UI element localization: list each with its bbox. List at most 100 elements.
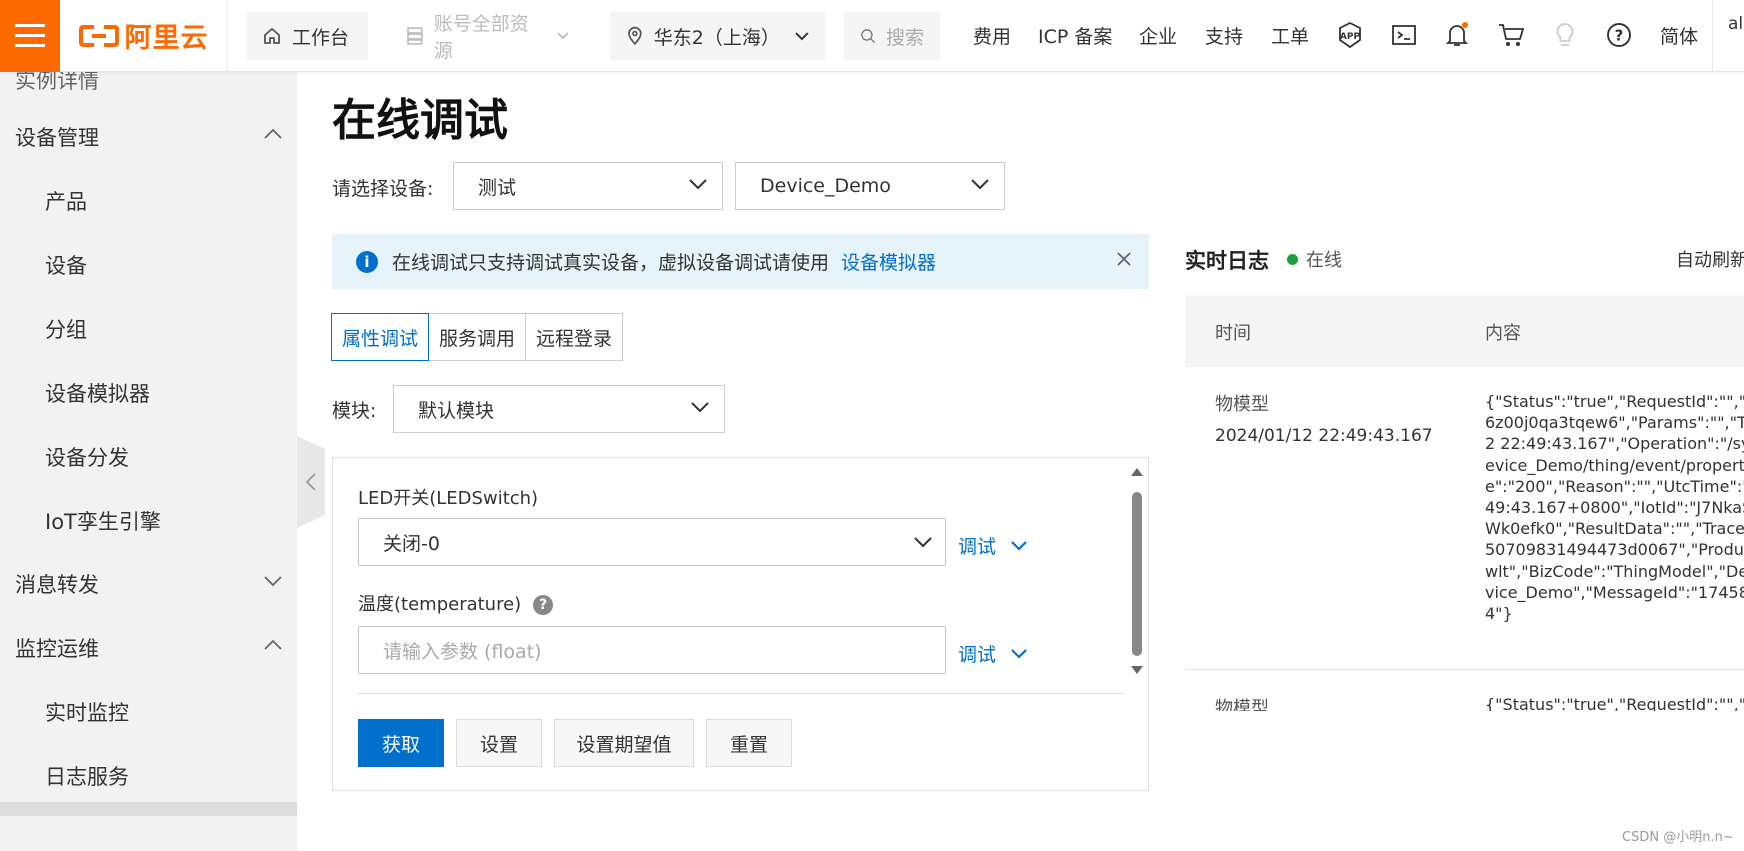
- sidebar-collapse-toggle[interactable]: [297, 436, 325, 528]
- support-link[interactable]: 支持: [1205, 22, 1243, 49]
- help-icon[interactable]: ?: [533, 595, 554, 615]
- property-debug-panel: LED开关(LEDSwitch) 关闭-0 调试 温度(temperature)…: [332, 457, 1149, 791]
- product-select[interactable]: 测试: [453, 162, 723, 210]
- sidebar-item-realtime-monitoring[interactable]: 实时监控: [0, 690, 297, 734]
- log-content: {"Status":"true","RequestId":"","In 6z00…: [1485, 392, 1744, 624]
- info-icon: i: [356, 250, 378, 273]
- device-select[interactable]: Device_Demo: [735, 162, 1005, 210]
- sidebar-item-label: IoT孪生引擎: [45, 510, 161, 534]
- sidebar-item-products[interactable]: 产品: [0, 179, 297, 223]
- aliyun-logo-mark: [78, 22, 119, 49]
- scroll-thumb[interactable]: [1132, 492, 1142, 656]
- online-status: 在线: [1287, 246, 1342, 272]
- location-pin-icon: [628, 26, 642, 46]
- sidebar-item-monitoring[interactable]: 监控运维: [0, 626, 297, 670]
- sidebar-scroll-indicator[interactable]: [0, 802, 297, 816]
- set-desired-value-button[interactable]: 设置期望值: [554, 719, 694, 767]
- chevron-down-icon: [971, 179, 989, 190]
- table-row[interactable]: 物模型 2024/01/12 22:49:43.167 {"Status":"t…: [1185, 367, 1744, 670]
- log-table-header: 时间 内容: [1185, 295, 1744, 367]
- info-notice: i 在线调试只支持调试真实设备，虚拟设备调试请使用 设备模拟器: [332, 234, 1149, 289]
- led-switch-select[interactable]: 关闭-0: [358, 518, 946, 566]
- logo-text: 阿里云: [124, 23, 209, 54]
- debug-tabs: 属性调试 服务调用 远程登录: [331, 313, 624, 361]
- auto-refresh-toggle[interactable]: 自动刷新: [1676, 246, 1744, 272]
- column-header-content: 内容: [1485, 323, 1521, 344]
- app-icon[interactable]: APP: [1335, 20, 1365, 50]
- get-button[interactable]: 获取: [358, 719, 444, 767]
- svg-text:?: ?: [1615, 27, 1624, 45]
- status-dot-icon: [1287, 253, 1298, 265]
- chevron-down-icon: [557, 32, 569, 40]
- menu-icon[interactable]: [0, 0, 60, 72]
- sidebar-item-label: 消息转发: [15, 573, 99, 597]
- watermark: CSDN @小明n.n~: [1622, 830, 1734, 845]
- scroll-down-arrow-icon[interactable]: [1130, 664, 1144, 676]
- close-icon[interactable]: [1115, 250, 1133, 268]
- temperature-debug-button[interactable]: 调试: [958, 640, 1028, 667]
- home-icon: [264, 27, 280, 44]
- module-select[interactable]: 默认模块: [393, 385, 725, 433]
- sidebar-item-devices[interactable]: 设备: [0, 243, 297, 287]
- sidebar-item-label: 设备管理: [15, 126, 99, 150]
- status-text: 在线: [1306, 250, 1342, 271]
- sidebar-item-label: 实例详情: [15, 72, 99, 93]
- tab-service-call[interactable]: 服务调用: [428, 313, 527, 361]
- sidebar-item-iot-twin-engine[interactable]: IoT孪生引擎: [0, 499, 297, 543]
- led-switch-debug-button[interactable]: 调试: [958, 532, 1028, 559]
- notice-text: 在线调试只支持调试真实设备，虚拟设备调试请使用: [392, 252, 830, 274]
- account-scope-select[interactable]: 账号全部资源: [390, 12, 586, 62]
- sidebar-item-label: 设备分发: [45, 446, 129, 470]
- panel-divider: [358, 693, 1124, 694]
- help-icon[interactable]: ?: [1604, 20, 1634, 50]
- lightbulb-icon[interactable]: [1550, 20, 1580, 50]
- billing-link[interactable]: 费用: [973, 22, 1011, 49]
- chevron-down-icon: [691, 402, 709, 413]
- reset-button[interactable]: 重置: [706, 719, 792, 767]
- module-select-value: 默认模块: [418, 399, 495, 422]
- column-header-time: 时间: [1215, 323, 1251, 344]
- enterprise-link[interactable]: 企业: [1139, 22, 1177, 49]
- sidebar-item-instance-detail[interactable]: 实例详情: [0, 72, 297, 102]
- log-type: 物模型: [1215, 394, 1269, 415]
- chevron-down-icon: [795, 32, 809, 41]
- table-row[interactable]: 物模型 {"Status":"true","RequestId":"","In: [1185, 670, 1744, 711]
- shopping-cart-icon[interactable]: [1496, 20, 1526, 50]
- search-input[interactable]: 搜索: [886, 23, 924, 50]
- tab-property-debug[interactable]: 属性调试: [331, 313, 430, 361]
- chevron-down-icon: [1011, 540, 1027, 551]
- sidebar-item-device-management[interactable]: 设备管理: [0, 115, 297, 159]
- set-button[interactable]: 设置: [456, 719, 542, 767]
- chevron-down-icon: [914, 537, 932, 548]
- temperature-input[interactable]: 请输入参数 (float): [358, 626, 946, 674]
- user-account[interactable]: ali: [1728, 14, 1744, 34]
- search-box[interactable]: 搜索: [844, 12, 940, 60]
- page-title: 在线调试: [332, 95, 508, 146]
- sidebar-item-label: 分组: [45, 318, 87, 342]
- sidebar-item-device-simulator[interactable]: 设备模拟器: [0, 371, 297, 415]
- terminal-icon[interactable]: [1389, 20, 1419, 50]
- sidebar-item-log-service[interactable]: 日志服务: [0, 754, 297, 798]
- workbench-button[interactable]: 工作台: [246, 12, 368, 60]
- scroll-up-arrow-icon[interactable]: [1130, 466, 1144, 478]
- ticket-link[interactable]: 工单: [1271, 22, 1309, 49]
- device-select-label: 请选择设备:: [332, 178, 434, 200]
- device-select-value: Device_Demo: [760, 175, 891, 197]
- panel-scrollbar[interactable]: [1130, 466, 1144, 676]
- tab-remote-login[interactable]: 远程登录: [525, 313, 624, 361]
- notification-bell-icon[interactable]: [1442, 20, 1472, 50]
- svg-text:APP: APP: [1340, 32, 1361, 42]
- aliyun-logo[interactable]: 阿里云: [60, 0, 228, 72]
- sidebar-item-groups[interactable]: 分组: [0, 307, 297, 351]
- search-icon: [861, 29, 875, 44]
- sidebar-item-label: 设备: [45, 254, 87, 278]
- device-simulator-link[interactable]: 设备模拟器: [841, 248, 936, 275]
- database-icon: [407, 27, 423, 45]
- sidebar-item-message-forwarding[interactable]: 消息转发: [0, 562, 297, 606]
- chevron-down-icon: [689, 179, 707, 190]
- temperature-placeholder: 请输入参数 (float): [383, 640, 542, 663]
- language-switch[interactable]: 简体: [1660, 22, 1698, 49]
- sidebar-item-device-distribution[interactable]: 设备分发: [0, 435, 297, 479]
- icp-filing-link[interactable]: ICP 备案: [1038, 22, 1112, 49]
- region-select[interactable]: 华东2（上海）: [610, 12, 826, 60]
